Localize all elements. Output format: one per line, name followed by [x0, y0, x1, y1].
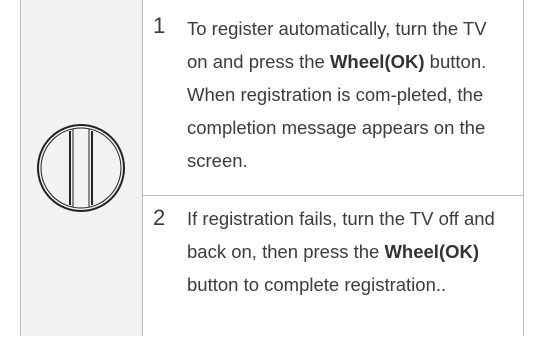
- step-number: 1: [153, 13, 166, 38]
- step-text: To register automatically, turn the TV o…: [187, 12, 509, 177]
- icon-cell: [21, 0, 143, 336]
- wheel-button-icon: [37, 124, 125, 212]
- instruction-table: 1 To register automatically, turn the TV…: [20, 0, 524, 336]
- step-text: If registration fails, turn the TV off a…: [187, 202, 509, 301]
- steps-column: 1 To register automatically, turn the TV…: [143, 0, 523, 336]
- wheel-ok-label: Wheel(OK): [329, 51, 425, 72]
- step-text-part: button to complete registration..: [187, 274, 447, 295]
- step-2: 2 If registration fails, turn the TV off…: [143, 195, 523, 346]
- step-number: 2: [153, 205, 166, 230]
- wheel-ok-label: Wheel(OK): [384, 241, 480, 262]
- step-1: 1 To register automatically, turn the TV…: [143, 12, 523, 195]
